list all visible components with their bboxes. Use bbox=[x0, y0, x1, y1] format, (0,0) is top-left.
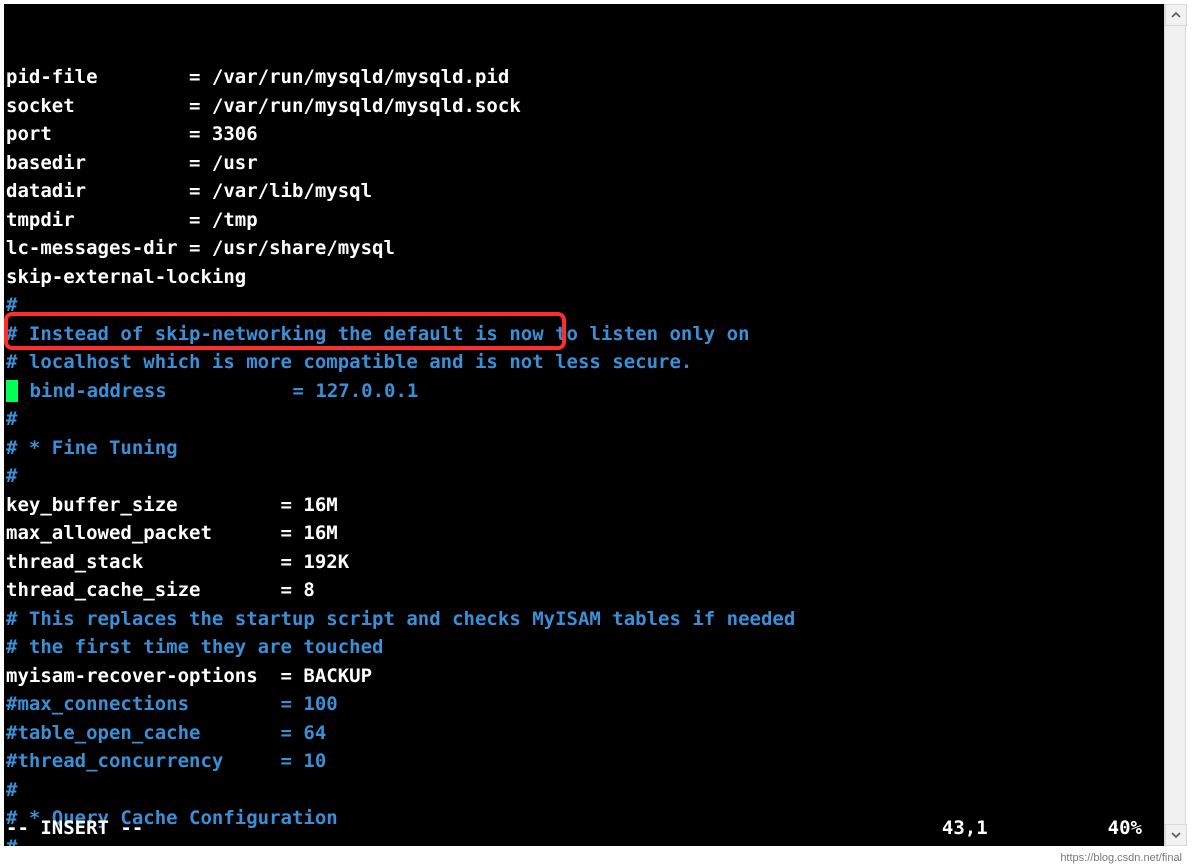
bind-address-line: bind-address = 127.0.0.1 bbox=[18, 380, 418, 402]
config-text: lc-messages-dir = /usr/share/mysql bbox=[6, 237, 395, 259]
config-text: port = 3306 bbox=[6, 123, 258, 145]
config-text: key_buffer_size = 16M bbox=[6, 494, 338, 516]
source-url-watermark: https://blog.csdn.net/final bbox=[1060, 852, 1182, 864]
comment-text: # bbox=[6, 465, 17, 487]
file-content[interactable]: pid-file = /var/run/mysqld/mysqld.pid soc… bbox=[6, 63, 1162, 846]
terminal-viewport[interactable]: pid-file = /var/run/mysqld/mysqld.pid soc… bbox=[4, 4, 1164, 846]
config-line[interactable]: key_buffer_size = 16M bbox=[6, 491, 1162, 520]
comment-text: # bbox=[6, 408, 17, 430]
config-line[interactable]: # bbox=[6, 405, 1162, 434]
config-line[interactable]: #max_connections = 100 bbox=[6, 690, 1162, 719]
config-line[interactable]: #thread_concurrency = 10 bbox=[6, 747, 1162, 776]
config-line[interactable]: thread_cache_size = 8 bbox=[6, 576, 1162, 605]
config-text: pid-file = /var/run/mysqld/mysqld.pid bbox=[6, 66, 509, 88]
config-text: thread_stack = 192K bbox=[6, 551, 349, 573]
comment-text: #max_connections = 100 bbox=[6, 693, 338, 715]
config-line[interactable]: skip-external-locking bbox=[6, 263, 1162, 292]
vim-status-bar: -- INSERT -- 43,1 40% bbox=[6, 814, 1162, 842]
config-text: tmpdir = /tmp bbox=[6, 209, 258, 231]
config-line[interactable]: # Instead of skip-networking the default… bbox=[6, 320, 1162, 349]
config-text: max_allowed_packet = 16M bbox=[6, 522, 338, 544]
comment-text: # bbox=[6, 779, 17, 801]
config-line[interactable]: pid-file = /var/run/mysqld/mysqld.pid bbox=[6, 63, 1162, 92]
config-line[interactable]: # * Fine Tuning bbox=[6, 434, 1162, 463]
config-text: thread_cache_size = 8 bbox=[6, 579, 315, 601]
config-line[interactable]: bind-address = 127.0.0.1 bbox=[6, 377, 1162, 406]
comment-text: # localhost which is more compatible and… bbox=[6, 351, 692, 373]
vim-cursor-position: 43,1 bbox=[942, 814, 1108, 842]
vim-mode-indicator: -- INSERT -- bbox=[6, 814, 143, 842]
config-line[interactable]: # the first time they are touched bbox=[6, 633, 1162, 662]
config-line[interactable]: basedir = /usr bbox=[6, 149, 1162, 178]
config-text: myisam-recover-options = BACKUP bbox=[6, 665, 372, 687]
comment-text: # the first time they are touched bbox=[6, 636, 384, 658]
text-cursor bbox=[6, 380, 18, 402]
vim-scroll-percent: 40% bbox=[1108, 814, 1162, 842]
comment-text: # This replaces the startup script and c… bbox=[6, 608, 795, 630]
comment-text: # * Fine Tuning bbox=[6, 437, 178, 459]
config-line[interactable]: port = 3306 bbox=[6, 120, 1162, 149]
config-line[interactable]: socket = /var/run/mysqld/mysqld.sock bbox=[6, 92, 1162, 121]
vertical-scrollbar[interactable] bbox=[1164, 4, 1186, 846]
comment-text: #thread_concurrency = 10 bbox=[6, 750, 326, 772]
config-line[interactable]: thread_stack = 192K bbox=[6, 548, 1162, 577]
scroll-down-button[interactable] bbox=[1165, 824, 1187, 846]
config-text: skip-external-locking bbox=[6, 266, 246, 288]
config-line[interactable]: # This replaces the startup script and c… bbox=[6, 605, 1162, 634]
config-line[interactable]: #table_open_cache = 64 bbox=[6, 719, 1162, 748]
config-line[interactable]: max_allowed_packet = 16M bbox=[6, 519, 1162, 548]
config-line[interactable]: # bbox=[6, 776, 1162, 805]
config-line[interactable]: # localhost which is more compatible and… bbox=[6, 348, 1162, 377]
config-text: basedir = /usr bbox=[6, 152, 258, 174]
config-line[interactable]: # bbox=[6, 462, 1162, 491]
config-text: datadir = /var/lib/mysql bbox=[6, 180, 372, 202]
config-line[interactable]: # bbox=[6, 291, 1162, 320]
config-line[interactable]: tmpdir = /tmp bbox=[6, 206, 1162, 235]
comment-text: # Instead of skip-networking the default… bbox=[6, 323, 750, 345]
chevron-down-icon bbox=[1171, 830, 1181, 840]
config-line[interactable]: myisam-recover-options = BACKUP bbox=[6, 662, 1162, 691]
comment-text: # bbox=[6, 294, 17, 316]
chevron-up-icon bbox=[1171, 10, 1181, 20]
config-text: socket = /var/run/mysqld/mysqld.sock bbox=[6, 95, 521, 117]
config-line[interactable]: datadir = /var/lib/mysql bbox=[6, 177, 1162, 206]
scroll-up-button[interactable] bbox=[1165, 4, 1187, 26]
config-line[interactable]: lc-messages-dir = /usr/share/mysql bbox=[6, 234, 1162, 263]
comment-text: #table_open_cache = 64 bbox=[6, 722, 326, 744]
